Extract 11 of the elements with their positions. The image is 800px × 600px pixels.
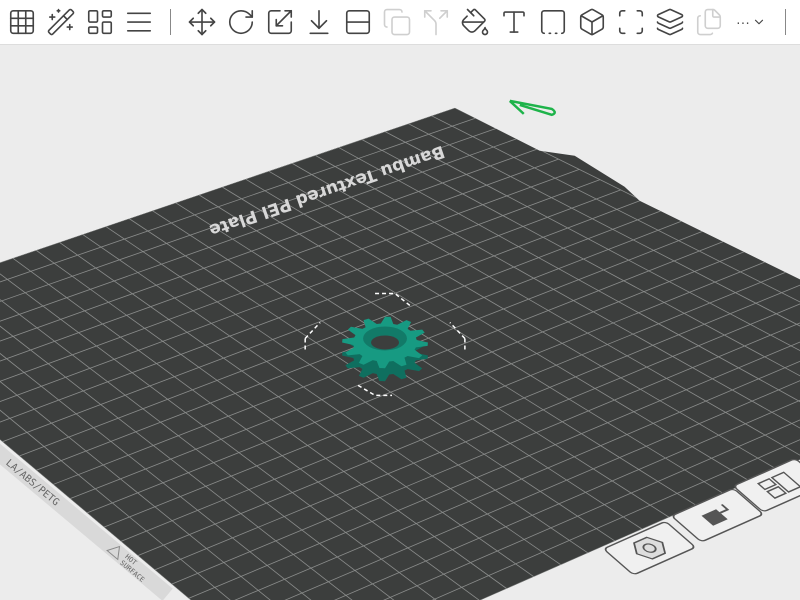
- more-button[interactable]: ···: [732, 7, 770, 37]
- lock-icon: [702, 504, 730, 526]
- layers-icon: [654, 7, 685, 37]
- warning-icon: [106, 546, 120, 560]
- layout-icon: [85, 7, 115, 37]
- layout-icon: [756, 471, 800, 499]
- move-icon: [186, 7, 217, 37]
- paint-bucket-icon: [460, 7, 490, 37]
- hex-nut-icon: [633, 536, 666, 560]
- grid-plus-icon: [7, 7, 37, 37]
- copy-icon: [382, 7, 412, 37]
